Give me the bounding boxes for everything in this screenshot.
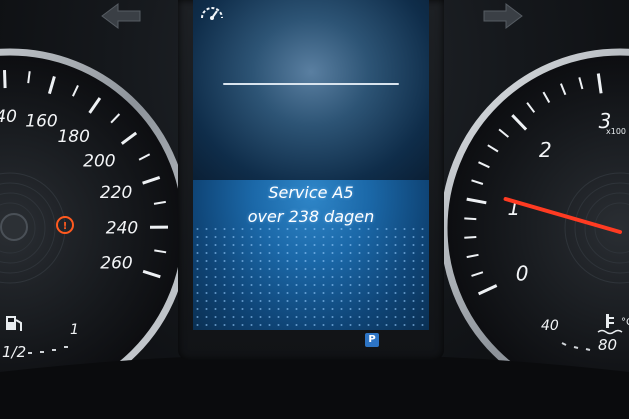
tachometer-tick-label: 2: [539, 138, 552, 162]
speedometer-hub: [0, 213, 28, 241]
dashboard-ledge: [0, 354, 629, 419]
speedometer-tick-label: 200: [83, 152, 115, 172]
speedometer-tick-label: 220: [100, 183, 132, 203]
fuel-full-label: 1: [70, 322, 79, 338]
temp-high-label: 80: [598, 336, 617, 354]
parking-indicator: P: [365, 333, 379, 347]
temp-low-label: 40: [541, 318, 559, 334]
tachometer-unit-label: x100: [606, 127, 626, 136]
tachometer-tick: [464, 217, 477, 221]
svg-text:!: !: [63, 221, 68, 232]
instrument-cluster: 40160180200220240260 0123x100 ! 1/2 1: [0, 0, 629, 419]
speedometer-tick-label: 240: [106, 218, 138, 238]
service-message-detail: over 238 dagen: [247, 207, 375, 226]
display-separator: [223, 83, 399, 85]
celsius-label: °C: [621, 317, 629, 328]
speedometer-tick-label: 180: [57, 127, 89, 147]
speedometer-tick: [3, 70, 7, 89]
speedometer-tick-label: 260: [100, 254, 132, 274]
left-turn-arrow-icon: [101, 3, 141, 29]
display-dot-grid: [193, 225, 429, 330]
display-upper-panel: [193, 0, 429, 180]
service-message-title: Service A5: [268, 183, 354, 202]
fuel-half-label: 1/2: [2, 343, 26, 361]
tachometer-tick: [464, 236, 477, 239]
speedometer-icon: [201, 7, 223, 20]
speedometer-tick-label: 40: [0, 107, 17, 127]
speedometer-tick-label: 160: [25, 112, 57, 132]
tachometer-tick-label: 0: [516, 262, 529, 286]
center-display: Service A5 over 238 dagen: [193, 0, 429, 330]
right-turn-arrow-icon: [483, 3, 523, 29]
